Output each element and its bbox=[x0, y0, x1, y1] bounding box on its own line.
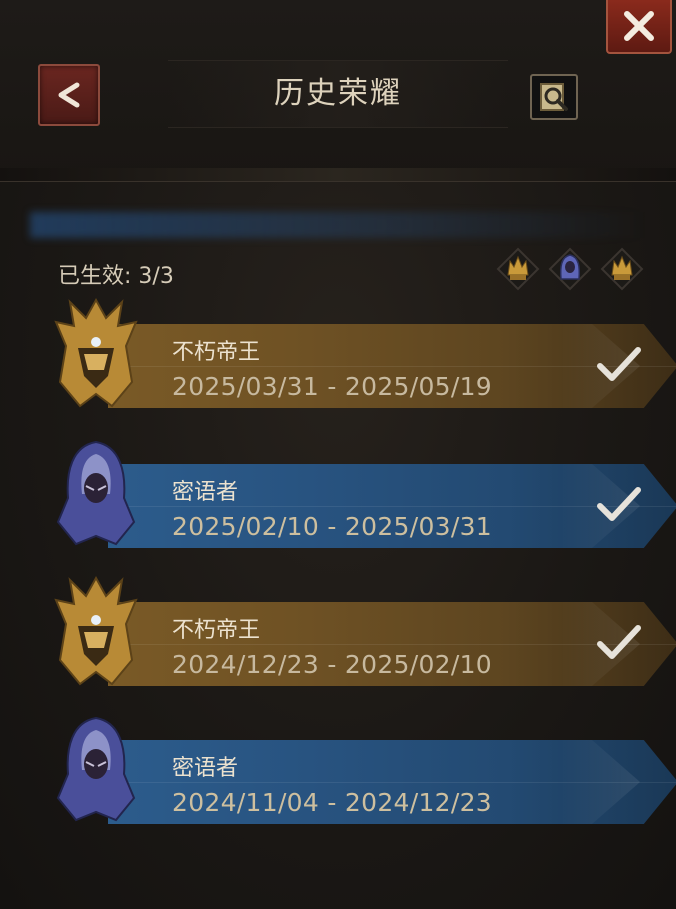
glow-strip bbox=[30, 212, 646, 238]
close-icon bbox=[624, 11, 654, 41]
close-button[interactable] bbox=[606, 0, 672, 54]
record-title: 密语者 bbox=[172, 756, 239, 781]
honor-record-row: 密语者 2025/02/10 - 2025/03/31 bbox=[48, 436, 676, 556]
record-title: 不朽帝王 bbox=[172, 618, 261, 643]
immortal-emperor-helm-icon bbox=[54, 297, 138, 408]
record-title: 不朽帝王 bbox=[172, 340, 261, 365]
immortal-emperor-helm-icon bbox=[54, 575, 138, 686]
check-icon bbox=[597, 625, 641, 659]
record-date-range: 2025/02/10 - 2025/03/31 bbox=[172, 512, 492, 541]
record-date-range: 2025/03/31 - 2025/05/19 bbox=[172, 372, 492, 401]
history-search-button[interactable] bbox=[530, 74, 578, 120]
check-icon bbox=[597, 487, 641, 521]
header: 历史荣耀 bbox=[0, 0, 676, 180]
honor-record-row: 不朽帝王 2025/03/31 - 2025/05/19 bbox=[48, 296, 676, 416]
whisperer-hooded-icon bbox=[56, 440, 136, 546]
active-count: 已生效: 3/3 bbox=[58, 264, 174, 289]
record-title: 密语者 bbox=[172, 480, 239, 505]
honor-record-row: 密语者 2024/11/04 - 2024/12/23 bbox=[48, 712, 676, 832]
back-arrow-icon bbox=[58, 82, 80, 108]
record-date-range: 2024/12/23 - 2025/02/10 bbox=[172, 650, 492, 679]
back-button[interactable] bbox=[38, 64, 100, 126]
gold-crown-icon bbox=[600, 247, 644, 291]
check-icon bbox=[597, 347, 641, 381]
whisperer-hooded-icon bbox=[56, 716, 136, 822]
honor-record-row: 不朽帝王 2024/12/23 - 2025/02/10 bbox=[48, 574, 676, 694]
record-date-range: 2024/11/04 - 2024/12/23 bbox=[172, 788, 492, 817]
magnifier-scroll-icon bbox=[540, 83, 568, 111]
hooded-figure-icon bbox=[548, 247, 592, 291]
header-divider bbox=[0, 168, 676, 182]
gold-crown-icon bbox=[496, 247, 540, 291]
panel: 历史荣耀 已生效: 3/3 不朽帝王 2025/03/31 - 2025/05/… bbox=[0, 0, 676, 909]
badge-group bbox=[496, 247, 646, 291]
